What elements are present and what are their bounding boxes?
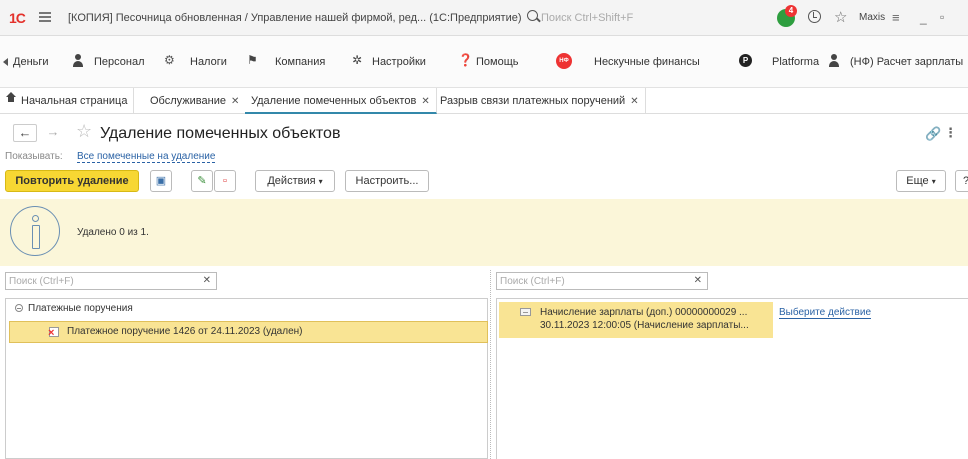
more-vertical-icon[interactable]: ⋮ — [944, 125, 957, 141]
main-menu-icon[interactable] — [39, 12, 51, 22]
platform-logo-icon: P — [739, 54, 752, 67]
delete-mark-icon: ▫ — [223, 175, 227, 187]
clear-search-icon[interactable]: ✕ — [694, 275, 702, 286]
section-settings[interactable]: Настройки — [372, 56, 426, 68]
blocking-objects-list: Начисление зарплаты (доп.) 00000000029 .… — [496, 298, 968, 459]
info-icon — [10, 206, 60, 256]
tab-unlink-payments[interactable]: Разрыв связи платежных поручений ✕ — [434, 88, 646, 114]
tab-maintenance[interactable]: Обслуживание ✕ — [144, 88, 247, 114]
settings-menu-icon[interactable]: ≡ — [892, 10, 900, 25]
favorites-icon[interactable]: ☆ — [834, 8, 847, 26]
nf-logo-icon: НФ — [556, 53, 572, 69]
section-help[interactable]: Помощь — [476, 56, 519, 68]
help-icon: ❓ — [458, 53, 473, 67]
forward-button[interactable]: → — [41, 124, 65, 142]
section-payroll[interactable]: (НФ) Расчет зарплаты — [850, 56, 963, 68]
collapse-icon[interactable] — [15, 304, 23, 312]
close-icon[interactable]: ✕ — [630, 96, 638, 107]
close-icon[interactable]: ✕ — [421, 96, 429, 107]
show-filter-link[interactable]: Все помеченные на удаление — [77, 151, 216, 163]
result-text: Удалено 0 из 1. — [77, 227, 149, 238]
pencil-icon: ✎ — [197, 175, 207, 187]
panel-splitter[interactable] — [490, 270, 491, 459]
more-dropdown[interactable]: Еще ▾ — [896, 170, 946, 192]
section-nf[interactable]: Нескучные финансы — [594, 56, 700, 68]
left-search-input[interactable]: Поиск (Ctrl+F) ✕ — [5, 272, 217, 290]
choose-action-link[interactable]: Выберите действие — [779, 307, 872, 319]
link-icon[interactable]: 🔗 — [925, 126, 941, 142]
chevron-down-icon: ▾ — [931, 177, 936, 186]
page-title: Удаление помеченных объектов — [100, 125, 341, 142]
personnel-icon — [72, 54, 84, 67]
report-button[interactable]: ▣ — [150, 170, 172, 192]
gear-icon: ✲ — [352, 53, 363, 67]
global-search-input[interactable]: Поиск Ctrl+Shift+F — [541, 12, 633, 24]
taxes-icon: ⚙ — [164, 53, 175, 67]
tabs-bar: Начальная страница Обслуживание ✕ Удалени… — [0, 88, 968, 114]
report-icon: ▣ — [155, 175, 167, 187]
help-button[interactable]: ? — [955, 170, 968, 192]
delete-mark-button[interactable]: ▫ — [214, 170, 236, 192]
payroll-icon — [828, 54, 840, 67]
section-panel: Деньги Персонал ⚙ Налоги ⚑ Компания ✲ На… — [0, 36, 968, 88]
edit-button[interactable]: ✎ — [191, 170, 213, 192]
user-name[interactable]: Maxis — [859, 12, 885, 23]
window-title: [КОПИЯ] Песочница обновленная / Управлен… — [68, 12, 522, 24]
tree-item-selected[interactable]: Платежное поручение 1426 от 24.11.2023 (… — [9, 321, 488, 343]
scroll-left-icon[interactable] — [3, 58, 8, 66]
right-search-input[interactable]: Поиск (Ctrl+F) ✕ — [496, 272, 708, 290]
title-bar: 1С [КОПИЯ] Песочница обновленная / Управ… — [0, 0, 968, 36]
tab-home[interactable]: Начальная страница — [0, 88, 135, 114]
flag-icon: ⚑ — [247, 53, 258, 67]
repeat-delete-button[interactable]: Повторить удаление — [5, 170, 139, 192]
show-label: Показывать: — [5, 151, 63, 162]
deleted-document-icon — [48, 327, 59, 338]
actions-dropdown[interactable]: Действия ▾ — [255, 170, 335, 192]
chevron-down-icon: ▾ — [318, 177, 323, 186]
list-item[interactable]: Начисление зарплаты (доп.) 00000000029 .… — [499, 302, 773, 338]
minimize-icon[interactable]: _ — [920, 11, 927, 25]
tab-delete-marked[interactable]: Удаление помеченных объектов ✕ — [245, 88, 437, 114]
info-panel: Удалено 0 из 1. — [0, 199, 968, 266]
document-icon — [520, 308, 531, 316]
section-platform[interactable]: Platforma — [772, 56, 819, 68]
favorite-star-icon[interactable]: ☆ — [76, 121, 92, 142]
home-icon — [6, 92, 16, 105]
history-icon[interactable] — [808, 10, 821, 23]
setup-button[interactable]: Настроить... — [345, 170, 429, 192]
deleted-objects-tree: Платежные поручения Платежное поручение … — [5, 298, 488, 459]
section-company[interactable]: Компания — [275, 56, 325, 68]
section-personnel[interactable]: Персонал — [94, 56, 145, 68]
close-icon[interactable]: ✕ — [231, 96, 239, 107]
tree-group[interactable]: Платежные поручения — [7, 303, 133, 319]
app-logo: 1С — [9, 10, 26, 26]
back-button[interactable]: ← — [13, 124, 37, 142]
notifications-badge: 4 — [785, 5, 797, 17]
search-icon[interactable] — [527, 10, 538, 21]
section-money[interactable]: Деньги — [13, 56, 49, 68]
restore-icon[interactable]: ▫ — [940, 10, 944, 24]
clear-search-icon[interactable]: ✕ — [203, 275, 211, 286]
section-taxes[interactable]: Налоги — [190, 56, 227, 68]
